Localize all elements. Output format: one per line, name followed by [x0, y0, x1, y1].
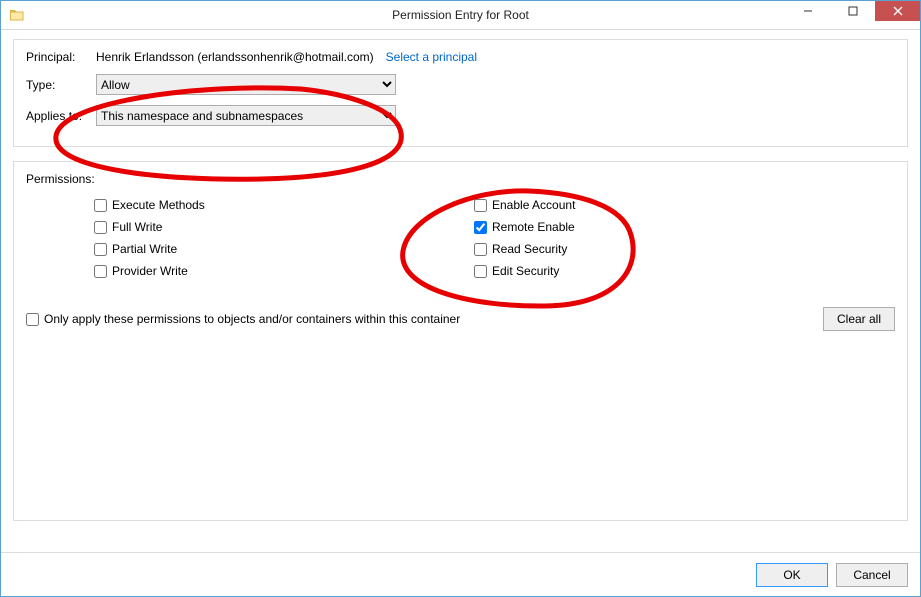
perm-label-text: Partial Write: [112, 242, 177, 256]
caption-buttons: [785, 1, 920, 21]
perm-label-text: Provider Write: [112, 264, 188, 278]
applies-to-label: Applies to:: [26, 109, 96, 123]
only-apply-checkbox[interactable]: [26, 313, 39, 326]
permissions-col-left: Execute Methods Full Write Partial Write…: [26, 196, 406, 280]
perm-provider-write-checkbox[interactable]: [94, 265, 107, 278]
permissions-label: Permissions:: [26, 172, 895, 186]
perm-read-security-checkbox[interactable]: [474, 243, 487, 256]
only-apply-label: Only apply these permissions to objects …: [44, 312, 460, 326]
perm-read-security[interactable]: Read Security: [474, 240, 786, 258]
titlebar: Permission Entry for Root: [1, 1, 920, 30]
clear-all-button[interactable]: Clear all: [823, 307, 895, 331]
dialog-button-bar: OK Cancel: [1, 552, 920, 596]
perm-label-text: Full Write: [112, 220, 162, 234]
perm-full-write-checkbox[interactable]: [94, 221, 107, 234]
perm-label-text: Remote Enable: [492, 220, 575, 234]
perm-edit-security[interactable]: Edit Security: [474, 262, 786, 280]
principal-value: Henrik Erlandsson (erlandssonhenrik@hotm…: [96, 50, 374, 64]
applies-to-select[interactable]: This namespace and subnamespaces: [96, 105, 396, 126]
select-principal-link[interactable]: Select a principal: [386, 50, 477, 64]
perm-execute-methods-checkbox[interactable]: [94, 199, 107, 212]
perm-enable-account-checkbox[interactable]: [474, 199, 487, 212]
client-area: Principal: Henrik Erlandsson (erlandsson…: [1, 29, 920, 596]
cancel-button[interactable]: Cancel: [836, 563, 908, 587]
window: Permission Entry for Root Principal: Hen…: [0, 0, 921, 597]
folder-icon: [9, 7, 25, 23]
ok-button[interactable]: OK: [756, 563, 828, 587]
perm-label-text: Edit Security: [492, 264, 559, 278]
principal-group: Principal: Henrik Erlandsson (erlandsson…: [13, 39, 908, 147]
permissions-col-right: Enable Account Remote Enable Read Securi…: [406, 196, 786, 280]
perm-enable-account[interactable]: Enable Account: [474, 196, 786, 214]
maximize-button[interactable]: [830, 1, 875, 21]
perm-execute-methods[interactable]: Execute Methods: [94, 196, 406, 214]
window-title: Permission Entry for Root: [1, 8, 920, 22]
perm-label-text: Enable Account: [492, 198, 575, 212]
type-select[interactable]: Allow: [96, 74, 396, 95]
minimize-button[interactable]: [785, 1, 830, 21]
principal-label: Principal:: [26, 50, 96, 64]
perm-partial-write[interactable]: Partial Write: [94, 240, 406, 258]
perm-partial-write-checkbox[interactable]: [94, 243, 107, 256]
perm-full-write[interactable]: Full Write: [94, 218, 406, 236]
perm-label-text: Read Security: [492, 242, 567, 256]
perm-edit-security-checkbox[interactable]: [474, 265, 487, 278]
type-label: Type:: [26, 78, 96, 92]
perm-provider-write[interactable]: Provider Write: [94, 262, 406, 280]
perm-remote-enable[interactable]: Remote Enable: [474, 218, 786, 236]
close-button[interactable]: [875, 1, 920, 21]
permissions-columns: Execute Methods Full Write Partial Write…: [26, 196, 895, 280]
perm-label-text: Execute Methods: [112, 198, 205, 212]
perm-remote-enable-checkbox[interactable]: [474, 221, 487, 234]
permissions-group: Permissions: Execute Methods Full Write …: [13, 161, 908, 521]
only-apply-row[interactable]: Only apply these permissions to objects …: [26, 312, 460, 326]
